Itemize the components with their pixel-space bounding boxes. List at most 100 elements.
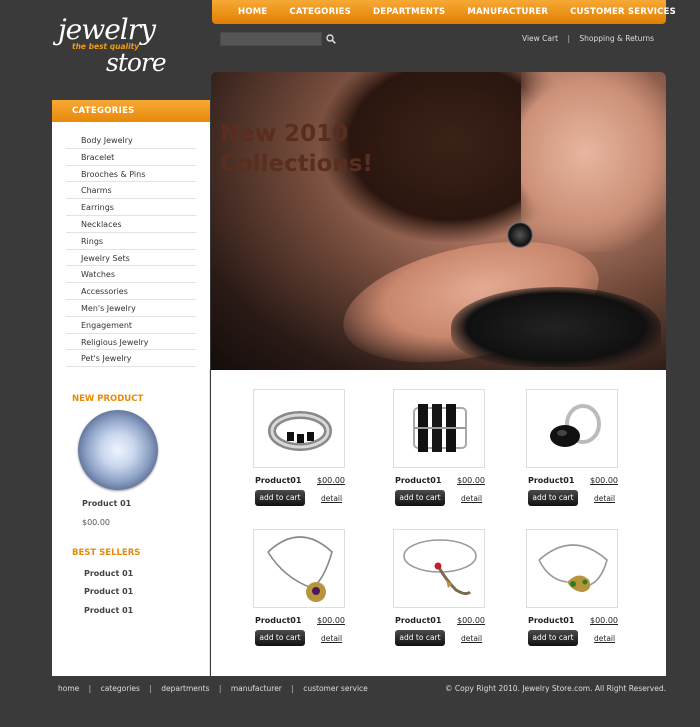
link-separator: | (567, 34, 570, 43)
account-links: View Cart | Shopping & Returns (522, 34, 654, 43)
ring-icon (413, 404, 467, 452)
categories-header: CATEGORIES (52, 100, 210, 122)
product-thumbnail[interactable] (393, 529, 485, 608)
logo-word-jewelry: jewelry (58, 13, 156, 46)
product-name[interactable]: Product01 (528, 476, 574, 485)
banner-ring-icon (507, 222, 533, 248)
add-to-cart-button[interactable]: add to cart (395, 490, 445, 506)
top-navigation: HOME CATEGORIES DEPARTMENTS MANUFACTURER… (212, 0, 676, 24)
shipping-returns-link[interactable]: Shopping & Returns (579, 34, 654, 43)
best-seller-item[interactable]: Product 01 (84, 606, 133, 615)
footer-link-departments[interactable]: departments (161, 684, 209, 693)
product-name[interactable]: Product01 (255, 476, 301, 485)
banner-photo-face (521, 72, 666, 252)
product-thumbnail[interactable] (253, 529, 345, 608)
new-product-price: $00.00 (82, 518, 110, 527)
category-item[interactable]: Pet's Jewelry (66, 350, 196, 368)
banner-headline-line1: New 2010 (220, 121, 349, 147)
product-name[interactable]: Product01 (395, 616, 441, 625)
detail-link[interactable]: detail (594, 494, 615, 503)
category-item[interactable]: Accessories (66, 283, 196, 300)
footer-link-manufacturer[interactable]: manufacturer (231, 684, 282, 693)
categories-panel: CATEGORIES Body Jewelry Bracelet Brooche… (52, 100, 210, 370)
logo-word-store: store (106, 48, 167, 77)
footer-link-categories[interactable]: categories (101, 684, 140, 693)
add-to-cart-button[interactable]: add to cart (528, 630, 578, 646)
category-item[interactable]: Body Jewelry (66, 132, 196, 149)
view-cart-link[interactable]: View Cart (522, 34, 558, 43)
footer-link-customer-service[interactable]: customer service (303, 684, 368, 693)
product-thumbnail[interactable] (393, 389, 485, 468)
add-to-cart-button[interactable]: add to cart (395, 630, 445, 646)
detail-link[interactable]: detail (321, 634, 342, 643)
category-item[interactable]: Bracelet (66, 149, 196, 166)
product-card: Product01 $00.00 add to cart detail (253, 389, 345, 506)
add-to-cart-button[interactable]: add to cart (255, 630, 305, 646)
add-to-cart-button[interactable]: add to cart (255, 490, 305, 506)
copyright-text: © Copy Right 2010. Jewelry Store.com. Al… (445, 684, 666, 693)
nav-manufacturer[interactable]: MANUFACTURER (467, 7, 548, 17)
hero-banner[interactable]: New 2010 Collections! (211, 72, 666, 370)
nav-customer-services[interactable]: CUSTOMER SERVICES (570, 7, 676, 17)
product-price: $00.00 (457, 616, 485, 625)
category-list: Body Jewelry Bracelet Brooches & Pins Ch… (52, 122, 210, 368)
best-sellers-title: BEST SELLERS (72, 548, 141, 558)
category-item[interactable]: Necklaces (66, 216, 196, 233)
footer-separator: | (218, 684, 222, 693)
nav-departments[interactable]: DEPARTMENTS (373, 7, 445, 17)
category-item[interactable]: Jewelry Sets (66, 250, 196, 267)
detail-link[interactable]: detail (461, 634, 482, 643)
necklace-icon (538, 544, 608, 592)
banner-headline-line2: Collections! (220, 151, 373, 177)
category-item[interactable]: Earrings (66, 199, 196, 216)
ring-icon (550, 404, 601, 447)
category-item[interactable]: Men's Jewelry (66, 300, 196, 317)
necklace-icon (267, 536, 333, 602)
detail-link[interactable]: detail (594, 634, 615, 643)
category-item[interactable]: Charms (66, 182, 196, 200)
product-thumbnail[interactable] (526, 389, 618, 468)
product-price: $00.00 (317, 476, 345, 485)
category-item[interactable]: Brooches & Pins (66, 166, 196, 183)
category-item[interactable]: Watches (66, 266, 196, 284)
left-sidebar: NEW PRODUCT Product 01 $00.00 BEST SELLE… (52, 370, 210, 676)
banner-necklace-icon (451, 287, 661, 367)
product-name[interactable]: Product01 (528, 616, 574, 625)
category-item[interactable]: Rings (66, 233, 196, 250)
product-name[interactable]: Product01 (395, 476, 441, 485)
category-item[interactable]: Religious Jewelry (66, 334, 196, 351)
footer-separator: | (149, 684, 152, 693)
product-price: $00.00 (457, 476, 485, 485)
search-icon[interactable] (326, 34, 336, 44)
category-item[interactable]: Engagement (66, 317, 196, 334)
footer-separator: | (88, 684, 92, 693)
banner-headline: New 2010 Collections! (220, 119, 373, 179)
add-to-cart-button[interactable]: add to cart (528, 490, 578, 506)
product-thumbnail[interactable] (253, 389, 345, 468)
product-grid: Product01 $00.00 add to cart detail Prod… (211, 370, 666, 676)
product-thumbnail[interactable] (526, 529, 618, 608)
footer: home | categories | departments | manufa… (52, 676, 666, 700)
new-product-image[interactable] (78, 410, 158, 490)
best-seller-item[interactable]: Product 01 (84, 569, 133, 578)
detail-link[interactable]: detail (321, 494, 342, 503)
search-input[interactable] (220, 32, 322, 46)
product-card: Product01 $00.00 add to cart detail (253, 529, 345, 646)
product-card: Product01 $00.00 add to cart detail (393, 389, 485, 506)
necklace-icon (403, 539, 477, 596)
footer-link-home[interactable]: home (58, 684, 79, 693)
nav-categories[interactable]: CATEGORIES (289, 7, 351, 17)
detail-link[interactable]: detail (461, 494, 482, 503)
best-seller-item[interactable]: Product 01 (84, 587, 133, 596)
nav-home[interactable]: HOME (238, 7, 267, 17)
footer-separator: | (291, 684, 294, 693)
new-product-title: NEW PRODUCT (72, 394, 144, 404)
product-name[interactable]: Product01 (255, 616, 301, 625)
product-card: Product01 $00.00 add to cart detail (526, 389, 618, 506)
new-product-name[interactable]: Product 01 (82, 499, 131, 508)
product-card: Product01 $00.00 add to cart detail (526, 529, 618, 646)
footer-links: home | categories | departments | manufa… (58, 684, 368, 693)
product-price: $00.00 (590, 616, 618, 625)
store-logo[interactable]: jewelry the best quality store (56, 16, 176, 78)
product-card: Product01 $00.00 add to cart detail (393, 529, 485, 646)
